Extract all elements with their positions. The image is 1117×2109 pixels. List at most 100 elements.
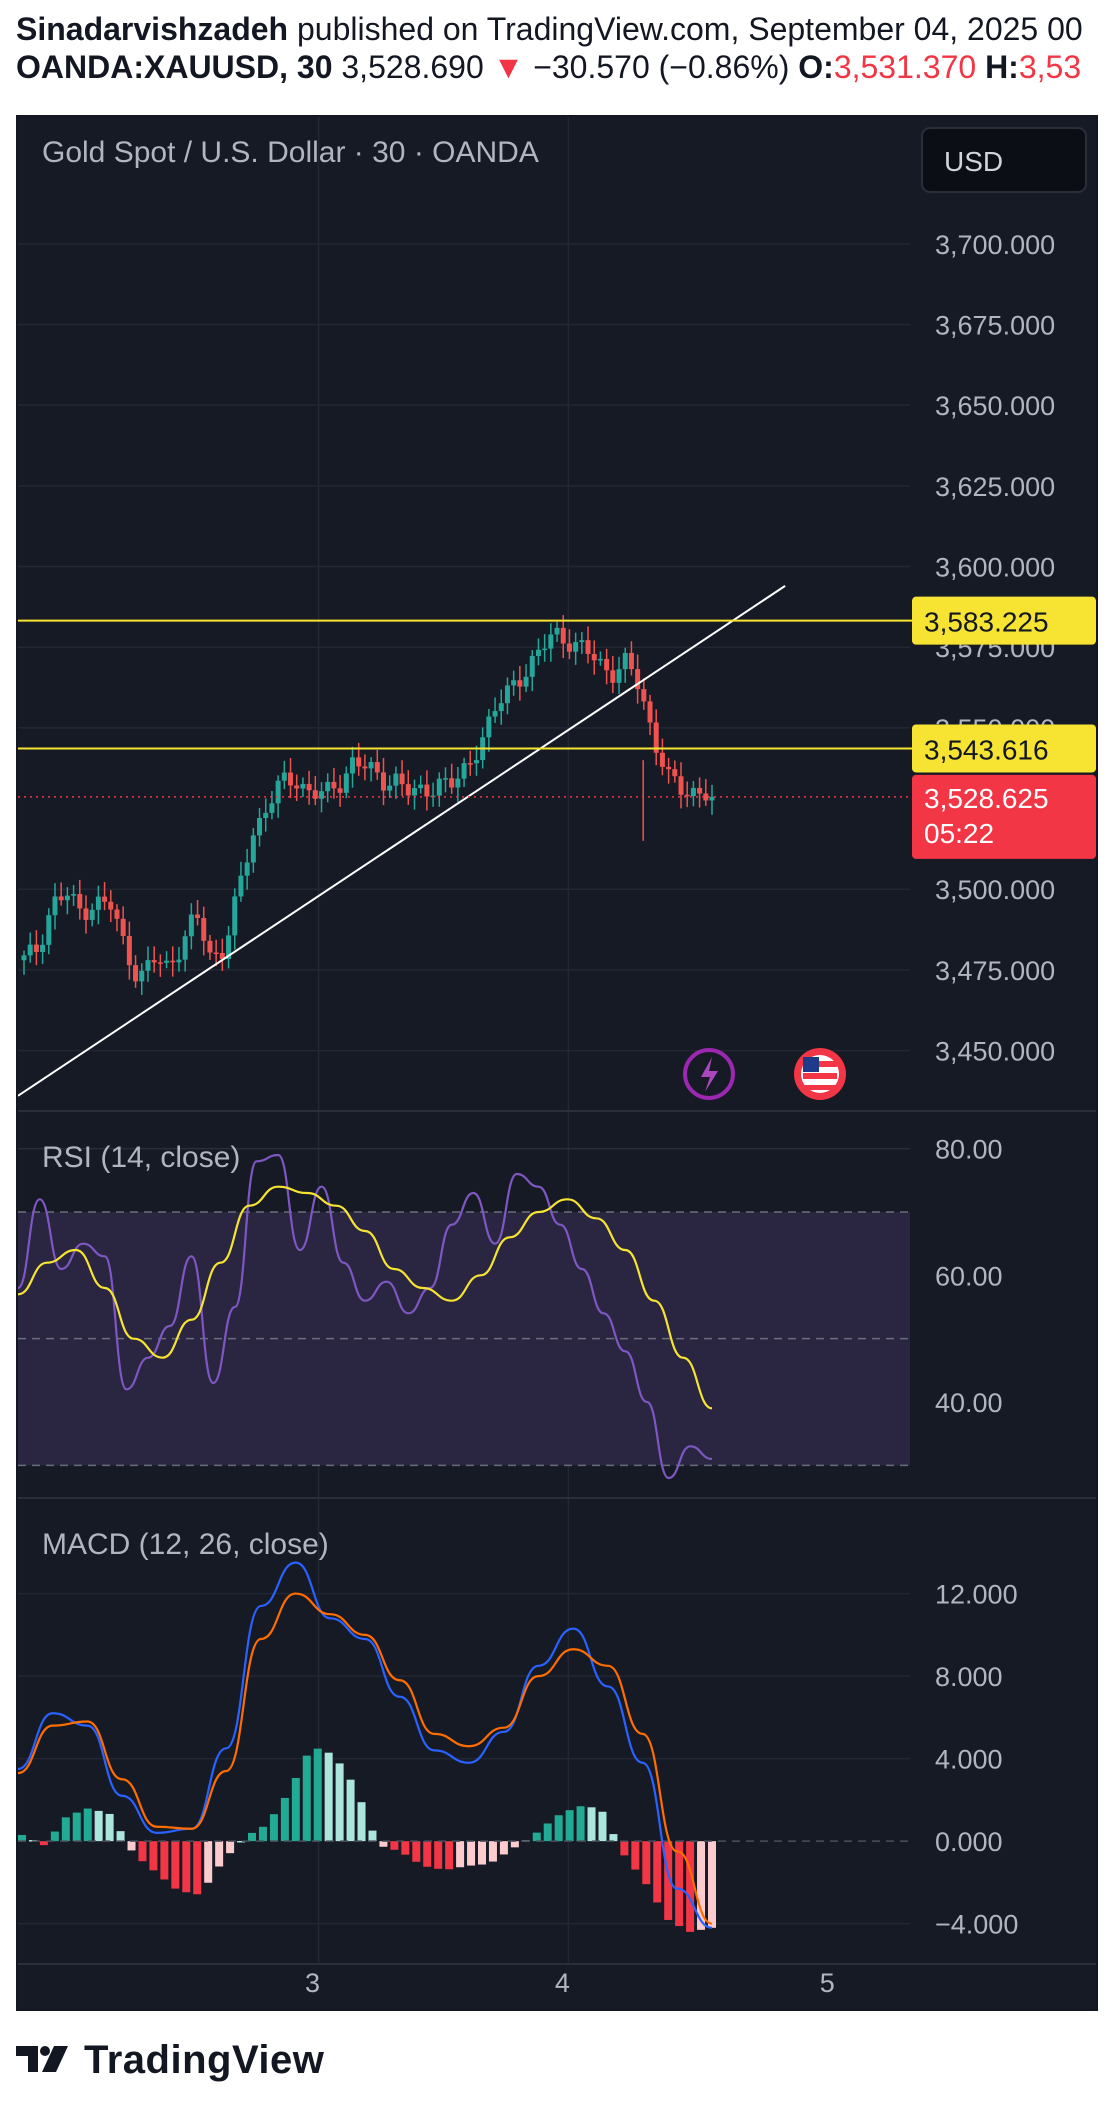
candle-body xyxy=(356,757,362,767)
candle-body xyxy=(157,962,163,964)
author-name[interactable]: Sinadarvishzadeh xyxy=(16,11,288,47)
candle-body xyxy=(399,773,405,785)
macd-histogram-bar xyxy=(324,1752,333,1842)
macd-histogram-bar xyxy=(291,1777,300,1842)
macd-histogram-bar xyxy=(160,1841,169,1880)
macd-histogram-bar xyxy=(620,1841,629,1856)
price-tick-label: 3,650.000 xyxy=(935,391,1055,421)
macd-histogram-bar xyxy=(50,1831,59,1842)
candle-body xyxy=(176,959,182,963)
candle-body xyxy=(27,944,33,956)
macd-histogram-bar xyxy=(412,1841,421,1862)
chart-canvas[interactable]: 3,700.000 3,675.000 3,650.000 3,625.000 3,60… xyxy=(18,117,1096,2009)
macd-tick-label: 0.000 xyxy=(935,1827,1003,1857)
candle-body xyxy=(52,896,58,916)
candle-body xyxy=(591,654,597,661)
price-tick-label: 3,475.000 xyxy=(935,956,1055,986)
candle-body xyxy=(250,835,256,863)
candle-body xyxy=(467,763,473,765)
horizontal-levels[interactable] xyxy=(18,619,928,750)
candle-body xyxy=(380,772,386,791)
candle-body xyxy=(473,760,479,764)
macd-histogram-bar xyxy=(445,1841,454,1870)
candle-body xyxy=(442,778,448,780)
price-change: −30.570 (−0.86%) xyxy=(533,49,790,85)
candle-body xyxy=(362,766,368,769)
macd-histogram-bar xyxy=(379,1841,388,1847)
trendline[interactable] xyxy=(18,585,786,1097)
candle-body xyxy=(374,762,380,773)
candle-body xyxy=(281,772,287,781)
candle-body xyxy=(597,658,603,661)
candle-body xyxy=(139,970,145,982)
candle-body xyxy=(517,680,523,687)
macd-histogram-bar xyxy=(368,1830,377,1842)
us-flag-icon[interactable] xyxy=(794,1048,846,1100)
macd-histogram-bar xyxy=(193,1841,202,1895)
currency-label: USD xyxy=(944,146,1003,177)
footer-brand[interactable]: TradingView xyxy=(84,2038,324,2083)
currency-button[interactable]: USD xyxy=(921,127,1087,193)
candle-body xyxy=(40,944,46,952)
candle-body xyxy=(232,896,238,936)
macd-histogram-bar xyxy=(576,1806,585,1842)
candle-body xyxy=(529,655,535,677)
macd-histogram-bar xyxy=(510,1841,519,1848)
candle-body xyxy=(64,895,70,901)
candle-body xyxy=(343,773,349,793)
candle-body xyxy=(405,784,411,796)
candle-body xyxy=(201,918,207,941)
candle-body xyxy=(21,955,27,961)
macd-histogram-bar xyxy=(204,1841,213,1883)
price-axis[interactable]: 3,700.000 3,675.000 3,650.000 3,625.000 3,60… xyxy=(935,230,1055,1940)
candle-body xyxy=(102,896,108,902)
candle-body xyxy=(244,862,250,876)
candle-body xyxy=(288,772,294,786)
macd-histogram-bar xyxy=(598,1811,607,1842)
macd-histogram-bar xyxy=(434,1841,443,1869)
macd-histogram-bar xyxy=(708,1841,716,1928)
macd-histogram-bar xyxy=(226,1841,235,1854)
macd-histogram-bar xyxy=(642,1841,651,1885)
current-price-label: 3,528.625 xyxy=(924,783,1049,814)
macd-histogram-bar xyxy=(346,1779,355,1842)
chart-frame[interactable]: 3,700.000 3,675.000 3,650.000 3,625.000 3,60… xyxy=(16,115,1098,2011)
price-tick-label: 3,625.000 xyxy=(935,472,1055,502)
candle-body xyxy=(628,652,634,670)
macd-tick-label: 8.000 xyxy=(935,1662,1003,1692)
candle-body xyxy=(71,894,77,896)
macd-histogram-bar xyxy=(686,1841,695,1932)
price-tick-label: 3,450.000 xyxy=(935,1037,1055,1067)
candle-body xyxy=(672,769,678,777)
macd-histogram-bar xyxy=(587,1807,596,1842)
candle-body xyxy=(188,914,194,937)
candle-body xyxy=(504,685,510,704)
macd-tick-label: 4.000 xyxy=(935,1745,1003,1775)
candle-body xyxy=(554,627,560,635)
time-axis[interactable]: 3 4 5 xyxy=(18,1963,1096,1998)
lightning-icon[interactable] xyxy=(683,1048,735,1100)
candle-body xyxy=(294,785,300,789)
candle-body xyxy=(678,776,684,795)
candle-body xyxy=(331,781,337,789)
candle-body xyxy=(566,643,572,652)
macd-histogram-bar xyxy=(72,1812,81,1842)
high-value: 3,53 xyxy=(1018,49,1082,85)
candle-body xyxy=(418,784,424,789)
macd-histogram-bar xyxy=(456,1841,465,1868)
macd-histogram-bar xyxy=(94,1810,103,1842)
macd-lines xyxy=(18,1561,713,1929)
candle-body xyxy=(703,793,709,801)
bar-countdown: 05:22 xyxy=(924,818,994,849)
candle-body xyxy=(207,940,213,953)
macd-histogram-bar xyxy=(269,1814,278,1842)
publish-info: published on TradingView.com, September … xyxy=(296,11,1083,47)
macd-tick-label: 12.000 xyxy=(935,1580,1018,1610)
candle-body xyxy=(690,787,696,796)
candle-body xyxy=(659,752,665,767)
grid-lines xyxy=(18,117,910,1964)
candle-body xyxy=(449,778,455,788)
candle-body xyxy=(368,762,374,769)
candle-body xyxy=(213,952,219,955)
macd-histogram-bar xyxy=(423,1841,432,1867)
